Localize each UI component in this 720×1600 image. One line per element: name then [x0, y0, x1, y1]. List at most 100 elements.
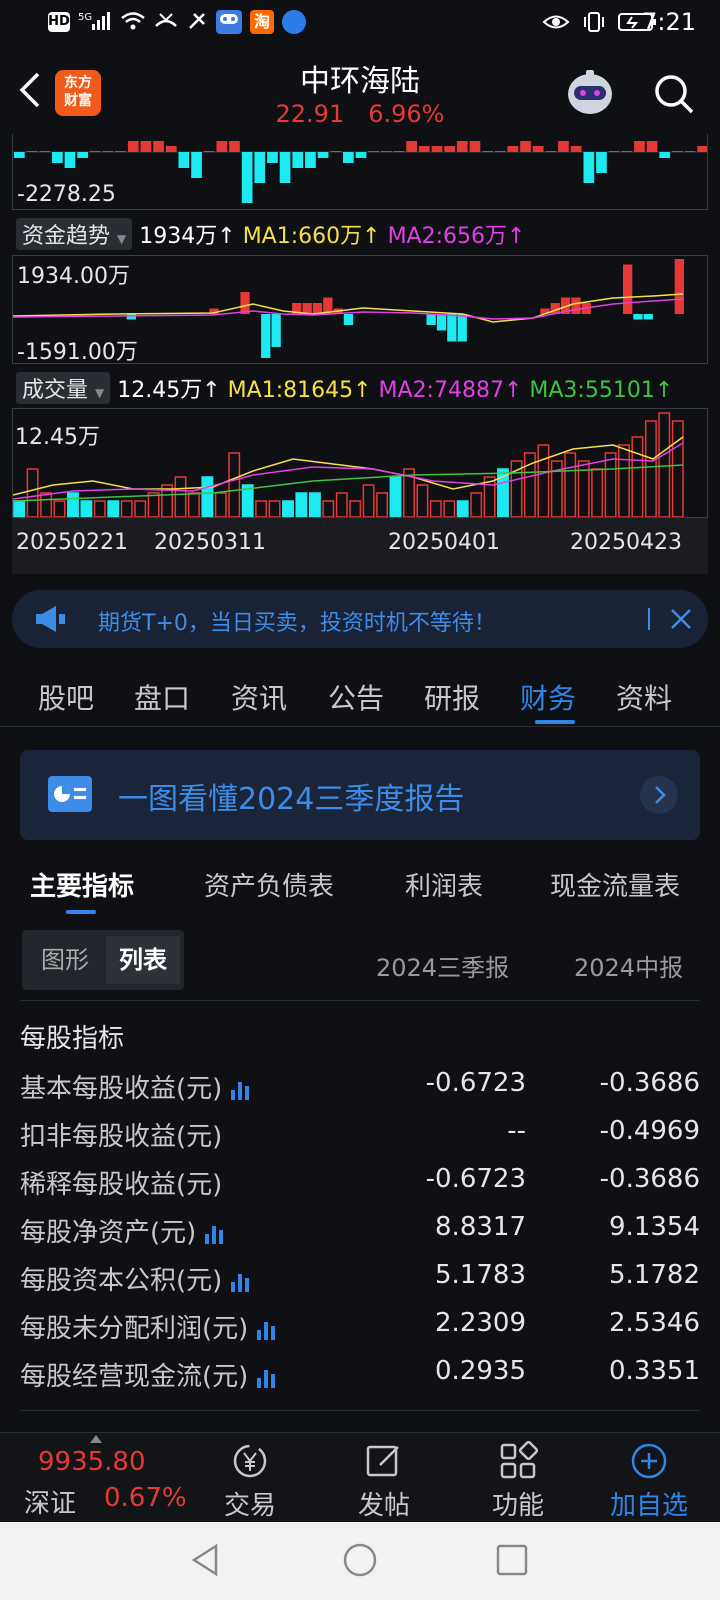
add-watchlist-button[interactable]: 加自选 [604, 1441, 694, 1522]
row-value-q3: -0.6723 [425, 1068, 526, 1098]
top-indicator-bar [418, 146, 430, 152]
row-value-q3: 2.2309 [435, 1308, 526, 1338]
features-button[interactable]: 功能 [478, 1441, 558, 1522]
table-row[interactable]: 稀释每股收益(元) -0.6723 -0.3686 [20, 1156, 700, 1204]
top-indicator-bar [406, 141, 417, 152]
robot-assistant-icon[interactable] [562, 68, 618, 118]
table-row[interactable]: 每股经营现金流(元) 0.2935 0.3351 [20, 1348, 700, 1396]
top-indicator-bar [368, 151, 379, 152]
top-indicator-bar [140, 141, 152, 152]
volume-chart[interactable]: 12.45万 [12, 408, 708, 518]
bar-chart-icon[interactable] [256, 1368, 278, 1388]
tab-finance[interactable]: 财务 [520, 677, 576, 717]
hd-icon: HD [48, 12, 70, 32]
trade-label: 交易 [223, 1491, 276, 1521]
stock-price: 22.91 [275, 100, 345, 128]
nav-back-icon[interactable] [188, 1542, 224, 1578]
top-indicator-bar [39, 151, 50, 152]
volume-bar [631, 436, 644, 517]
top-indicator-bar [558, 141, 569, 152]
volume-bar [429, 500, 442, 517]
top-indicator-bar [305, 152, 316, 168]
post-button[interactable]: 发帖 [344, 1441, 424, 1522]
subtab-indicator [66, 910, 96, 914]
subtab-income-statement[interactable]: 利润表 [405, 866, 483, 903]
volume-bar [470, 492, 483, 517]
tab-pankou[interactable]: 盘口 [134, 677, 190, 717]
volume-bar [376, 492, 389, 517]
volume-bar [228, 452, 241, 517]
row-value-q3: 0.2935 [435, 1356, 526, 1386]
top-indicator-bar [89, 151, 101, 152]
view-chart-option[interactable]: 图形 [28, 936, 102, 984]
top-indicator-bar [621, 151, 633, 152]
tab-news[interactable]: 资讯 [231, 677, 287, 717]
subtab-balance-sheet[interactable]: 资产负债表 [204, 866, 334, 903]
top-indicator-bar [494, 151, 506, 152]
bar-chart-icon[interactable] [230, 1272, 252, 1292]
volume-ma1-line [13, 436, 684, 496]
top-indicator-bar [381, 151, 392, 152]
report-summary-card[interactable]: 一图看懂2024三季度报告 [20, 750, 700, 840]
view-list-option[interactable]: 列表 [106, 936, 180, 984]
volume-selector[interactable]: 成交量 ▼ [16, 372, 111, 404]
volume-bar [443, 500, 456, 517]
chevron-right-icon[interactable] [640, 776, 678, 814]
volume-ma1: MA1:81645↑ [227, 378, 372, 403]
top-indicator-bar [684, 151, 696, 152]
index-change: 0.67% [104, 1483, 187, 1513]
tab-profile[interactable]: 资料 [616, 677, 672, 717]
section-divider [20, 1410, 700, 1411]
table-row[interactable]: 基本每股收益(元) -0.6723 -0.3686 [20, 1060, 700, 1108]
volume-bar [255, 500, 268, 517]
row-label: 每股资本公积(元) [20, 1260, 252, 1297]
volume-bar [671, 420, 684, 517]
fund-trend-selector[interactable]: 资金趋势 ▼ [16, 218, 133, 250]
top-indicator-bar [102, 151, 114, 152]
top-indicator-bar [317, 152, 329, 158]
row-label: 每股净资产(元) [20, 1212, 226, 1249]
nav-recents-icon[interactable] [494, 1542, 530, 1578]
fund-trend-bar [343, 314, 354, 325]
bar-chart-icon[interactable] [256, 1320, 278, 1340]
tab-guba[interactable]: 股吧 [38, 677, 94, 717]
trade-button[interactable]: 交易 [210, 1441, 290, 1522]
table-row[interactable]: 每股净资产(元) 8.8317 9.1354 [20, 1204, 700, 1252]
top-indicator-bar [191, 152, 202, 178]
top-indicator-bars [13, 141, 707, 203]
fund-trend-chart[interactable]: 1934.00万 -1591.00万 [12, 255, 708, 364]
search-icon[interactable] [652, 72, 696, 116]
index-ticker[interactable]: 9935.80 深证 0.67% [20, 1435, 190, 1519]
bar-chart-icon[interactable] [204, 1224, 226, 1244]
subtab-cash-flow[interactable]: 现金流量表 [550, 866, 680, 903]
eye-icon [542, 15, 570, 29]
volume-bar [416, 484, 429, 517]
volume-bar [120, 500, 133, 517]
table-row[interactable]: 每股未分配利润(元) 2.2309 2.5346 [20, 1300, 700, 1348]
nav-home-icon[interactable] [342, 1542, 378, 1578]
table-row[interactable]: 扣非每股收益(元) -- -0.4969 [20, 1108, 700, 1156]
volume-bar [40, 492, 53, 517]
promo-banner[interactable]: 期货T+0，当日买卖，投资时机不等待！ [12, 590, 708, 648]
fund-trend-label: 资金趋势 [22, 224, 111, 249]
volume-bar [134, 500, 147, 517]
top-indicator-bar [229, 141, 240, 152]
volume-ma3-line [13, 464, 684, 502]
volume-bar [362, 484, 375, 517]
date-label-1: 20250221 [16, 530, 128, 555]
subtab-key-metrics[interactable]: 主要指标 [30, 866, 134, 903]
volume-bar [53, 500, 66, 517]
close-icon[interactable] [668, 606, 694, 632]
top-indicator-bar [697, 146, 707, 152]
top-indicator-bar [241, 152, 253, 203]
bar-chart-icon[interactable] [230, 1080, 252, 1100]
indicator-chart-top[interactable]: -2278.25 [12, 134, 708, 210]
table-divider [20, 1000, 700, 1001]
table-row[interactable]: 每股资本公积(元) 5.1783 5.1782 [20, 1252, 700, 1300]
row-name: 每股净资产(元) [20, 1218, 197, 1248]
fund-trend-bar [457, 314, 467, 342]
active-tab-indicator [535, 720, 575, 724]
dropdown-icon: ▼ [95, 386, 105, 400]
tab-research[interactable]: 研报 [424, 677, 480, 717]
tab-announcements[interactable]: 公告 [328, 677, 384, 717]
